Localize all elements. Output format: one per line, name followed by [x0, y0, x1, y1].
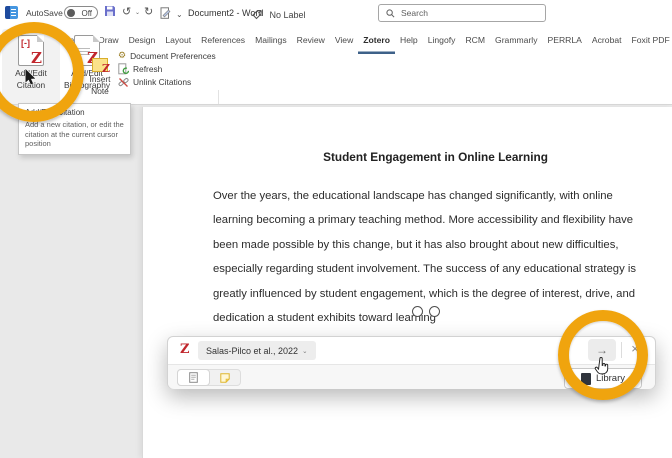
document-preferences-button[interactable]: ⚙ Document Preferences — [118, 50, 216, 62]
citation-placeholder-bubble — [429, 306, 440, 317]
search-icon — [386, 9, 395, 18]
note-mode-button[interactable] — [209, 370, 240, 385]
undo-dropdown-icon[interactable]: ⌄ — [135, 9, 140, 16]
ribbon-zotero-group: [-] Z Add/Edit Citation Z Add/Edit Bibli… — [0, 54, 672, 105]
paragraph-line: been made possible by this change, but i… — [213, 233, 672, 257]
sensitivity-label[interactable]: No Label — [252, 6, 305, 24]
quick-access-overflow-icon[interactable]: ⌄ — [176, 7, 183, 22]
tab-mailings[interactable]: Mailings — [250, 26, 292, 54]
paragraph-line: Over the years, the educational landscap… — [213, 184, 672, 208]
autosave-toggle[interactable]: Off — [64, 6, 98, 19]
gear-icon: ⚙ — [118, 51, 126, 61]
autosave-label: AutoSave — [26, 8, 63, 18]
word-window: AutoSave Off ↺ ⌄ ↻ ⌄ Document2 - Word No… — [0, 0, 672, 458]
tab-foxit-pdf[interactable]: Foxit PDF — [627, 26, 672, 54]
label-tag-icon — [252, 9, 262, 20]
mouse-arrow-cursor — [24, 68, 37, 91]
tab-acrobat[interactable]: Acrobat — [587, 26, 627, 54]
paragraph-line: learning becoming a primary teaching met… — [213, 208, 672, 232]
refresh-button[interactable]: Refresh — [118, 63, 162, 75]
citation-chip[interactable]: Salas-Pilco et al., 2022 ⌄ — [198, 341, 316, 360]
tab-view[interactable]: View — [330, 26, 358, 54]
tab-review[interactable]: Review — [292, 26, 330, 54]
redo-icon[interactable]: ↻ — [144, 5, 153, 20]
tooltip-body-line2: citation at the current cursor — [25, 130, 124, 140]
tab-zotero[interactable]: Zotero — [358, 26, 395, 54]
tab-help[interactable]: Help — [395, 26, 423, 54]
insert-note-icon: Z — [92, 58, 108, 72]
mouse-hand-cursor — [594, 357, 610, 381]
citation-mode-toggle — [177, 369, 241, 386]
citation-mode-button[interactable] — [178, 370, 209, 385]
sensitivity-label-text: No Label — [269, 10, 305, 20]
tab-perrla[interactable]: PERRLA — [543, 26, 587, 54]
chevron-down-icon: ⌄ — [302, 347, 307, 355]
autosave-state: Off — [81, 9, 92, 18]
tab-rcm[interactable]: RCM — [460, 26, 490, 54]
zotero-logo: Z — [180, 342, 190, 357]
paragraph-line: greatly influenced by student engagement… — [213, 282, 672, 306]
save-icon[interactable] — [104, 5, 116, 22]
tab-grammarly[interactable]: Grammarly — [490, 26, 543, 54]
title-bar: AutoSave Off ↺ ⌄ ↻ ⌄ Document2 - Word No… — [0, 0, 672, 26]
toggle-knob-icon — [67, 9, 75, 17]
citation-chip-text: Salas-Pilco et al., 2022 — [206, 346, 298, 356]
document-preferences-label: Document Preferences — [130, 51, 216, 61]
document-paragraph: Over the years, the educational landscap… — [213, 184, 672, 330]
search-input[interactable]: Search — [378, 4, 546, 22]
paragraph-line: especially regarding student involvement… — [213, 257, 672, 281]
unlink-citations-button[interactable]: Unlink Citations — [118, 76, 191, 88]
unlink-citations-label: Unlink Citations — [133, 77, 191, 87]
word-app-icon[interactable] — [5, 6, 18, 19]
undo-icon[interactable]: ↺ — [122, 5, 131, 20]
unlink-icon — [118, 77, 129, 88]
highlight-ring-accept-button — [558, 310, 648, 400]
document-icon — [189, 372, 198, 383]
tooltip-body-line3: position — [25, 139, 124, 149]
citation-placeholder-bubble — [412, 306, 423, 317]
tab-lingofy[interactable]: Lingofy — [423, 26, 461, 54]
refresh-icon — [118, 63, 129, 75]
editor-doc-icon[interactable] — [160, 7, 171, 24]
sticky-note-icon — [220, 373, 230, 383]
refresh-label: Refresh — [133, 64, 162, 74]
document-heading: Student Engagement in Online Learning — [213, 150, 658, 164]
search-placeholder: Search — [401, 8, 428, 18]
